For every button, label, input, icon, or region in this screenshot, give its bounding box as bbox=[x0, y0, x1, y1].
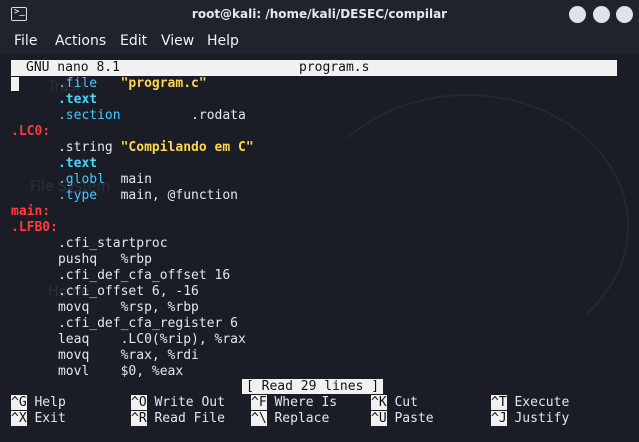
operand: main bbox=[120, 172, 152, 187]
nano-header-bar: GNU nano 8.1 program.s bbox=[11, 60, 617, 76]
window-title: root@kali: /home/kali/DESEC/compilar bbox=[191, 7, 448, 21]
shortcut-label: Read File bbox=[154, 411, 225, 426]
shortcut-replace[interactable]: ^\ Replace bbox=[251, 411, 329, 427]
operand: %rax, %rdi bbox=[120, 348, 199, 363]
shortcut-label: Justify bbox=[514, 411, 570, 426]
shortcut-label: Help bbox=[34, 395, 66, 410]
shortcut-where-is[interactable]: ^F Where Is bbox=[251, 395, 337, 411]
shortcut-key: ^\ bbox=[251, 411, 267, 426]
menu-help[interactable]: Help bbox=[207, 33, 239, 49]
kali-dragon-watermark bbox=[305, 94, 629, 358]
shortcut-key: ^X bbox=[11, 411, 27, 426]
code-line-16[interactable]: .cfi_def_cfa_register 6 bbox=[11, 316, 238, 332]
operand: .LC0(%rip), %rax bbox=[120, 332, 246, 347]
instruction: movq bbox=[57, 348, 90, 363]
string-literal: "program.c" bbox=[120, 76, 207, 91]
code-line-17[interactable]: leaq .LC0(%rip), %rax bbox=[11, 332, 246, 348]
operand: main, @function bbox=[120, 188, 238, 203]
shortcut-help[interactable]: ^G Help bbox=[11, 395, 66, 411]
code-line-19[interactable]: movl $0, %eax bbox=[11, 364, 183, 380]
menu-edit[interactable]: Edit bbox=[120, 33, 147, 49]
shortcut-label: Execute bbox=[514, 395, 570, 410]
instruction: leaq bbox=[57, 332, 90, 347]
code-line-6[interactable]: .text bbox=[11, 156, 97, 172]
operand: %rbp bbox=[120, 252, 152, 267]
shortcut-key: ^R bbox=[131, 411, 147, 426]
menu-bar: File Actions Edit View Help bbox=[0, 30, 639, 54]
asm-label: .LFB0: bbox=[11, 220, 58, 235]
code-line-10[interactable]: .LFB0: bbox=[11, 220, 58, 236]
code-line-3[interactable]: .section .rodata bbox=[11, 108, 246, 124]
shortcut-key: ^J bbox=[491, 411, 507, 426]
asm-label: main: bbox=[11, 204, 51, 219]
shortcut-key: ^K bbox=[371, 395, 387, 410]
shortcut-key: ^G bbox=[11, 395, 27, 410]
directive: .globl bbox=[57, 172, 105, 187]
shortcut-label: Paste bbox=[394, 411, 434, 426]
nano-version: GNU nano 8.1 bbox=[26, 60, 120, 75]
code-line-7[interactable]: .globl main bbox=[11, 172, 152, 188]
code-line-12[interactable]: pushq %rbp bbox=[11, 252, 152, 268]
shortcut-execute[interactable]: ^T Execute bbox=[491, 395, 569, 411]
shortcut-label: Cut bbox=[394, 395, 418, 410]
menu-actions[interactable]: Actions bbox=[55, 33, 106, 49]
directive: .cfi_offset 6, -16 bbox=[57, 284, 199, 299]
code-line-5[interactable]: .string "Compilando em C" bbox=[11, 140, 254, 156]
code-line-13[interactable]: .cfi_def_cfa_offset 16 bbox=[11, 268, 230, 284]
minimize-button[interactable] bbox=[569, 6, 586, 23]
instruction: pushq bbox=[57, 252, 98, 267]
nano-filename: program.s bbox=[299, 60, 370, 75]
directive: .text bbox=[57, 92, 98, 107]
operand: .rodata bbox=[191, 108, 246, 123]
string-literal: "Compilando em C" bbox=[120, 140, 254, 155]
directive: .cfi_def_cfa_register 6 bbox=[57, 316, 238, 331]
menu-view[interactable]: View bbox=[161, 33, 194, 49]
code-line-8[interactable]: .type main, @function bbox=[11, 188, 238, 204]
operand: %rsp, %rbp bbox=[120, 300, 199, 315]
code-line-9[interactable]: main: bbox=[11, 204, 50, 220]
menu-file[interactable]: File bbox=[14, 33, 37, 49]
shortcut-key: ^T bbox=[491, 395, 507, 410]
operand: $0, %eax bbox=[120, 364, 184, 379]
directive: .file bbox=[57, 76, 98, 91]
shortcut-label: Replace bbox=[274, 411, 330, 426]
nano-status-message: [ Read 29 lines ] bbox=[242, 379, 384, 394]
directive: .section bbox=[57, 108, 121, 123]
shortcut-write-out[interactable]: ^O Write Out bbox=[131, 395, 225, 411]
instruction: movl bbox=[57, 364, 90, 379]
directive: .cfi_def_cfa_offset 16 bbox=[57, 268, 231, 283]
code-line-4[interactable]: .LC0: bbox=[11, 124, 50, 140]
shortcut-exit[interactable]: ^X Exit bbox=[11, 411, 66, 427]
shortcut-cut[interactable]: ^K Cut bbox=[371, 395, 418, 411]
code-line-14[interactable]: .cfi_offset 6, -16 bbox=[11, 284, 199, 300]
shortcut-label: Write Out bbox=[154, 395, 225, 410]
shortcut-label: Where Is bbox=[274, 395, 338, 410]
instruction: movq bbox=[57, 300, 90, 315]
code-line-2[interactable]: .text bbox=[11, 92, 97, 108]
shortcut-key: ^F bbox=[251, 395, 267, 410]
asm-label: .LC0: bbox=[11, 124, 51, 139]
title-bar: >_ root@kali: /home/kali/DESEC/compilar bbox=[0, 0, 639, 30]
shortcut-justify[interactable]: ^J Justify bbox=[491, 411, 569, 427]
close-button[interactable] bbox=[616, 6, 633, 23]
maximize-button[interactable] bbox=[593, 6, 610, 23]
shortcut-read-file[interactable]: ^R Read File bbox=[131, 411, 225, 427]
code-line-11[interactable]: .cfi_startproc bbox=[11, 236, 168, 252]
terminal-window: >_ root@kali: /home/kali/DESEC/compilar … bbox=[0, 0, 639, 442]
directive: .type bbox=[57, 188, 98, 203]
shortcut-key: ^U bbox=[371, 411, 387, 426]
shortcut-paste[interactable]: ^U Paste bbox=[371, 411, 434, 427]
directive: .text bbox=[57, 156, 98, 171]
code-line-15[interactable]: movq %rsp, %rbp bbox=[11, 300, 199, 316]
code-line-18[interactable]: movq %rax, %rdi bbox=[11, 348, 199, 364]
shortcut-key: ^O bbox=[131, 395, 147, 410]
shortcut-label: Exit bbox=[34, 411, 66, 426]
directive: .cfi_startproc bbox=[57, 236, 168, 251]
code-line-1[interactable]: .file "program.c" bbox=[11, 76, 207, 92]
directive: .string bbox=[57, 140, 113, 155]
